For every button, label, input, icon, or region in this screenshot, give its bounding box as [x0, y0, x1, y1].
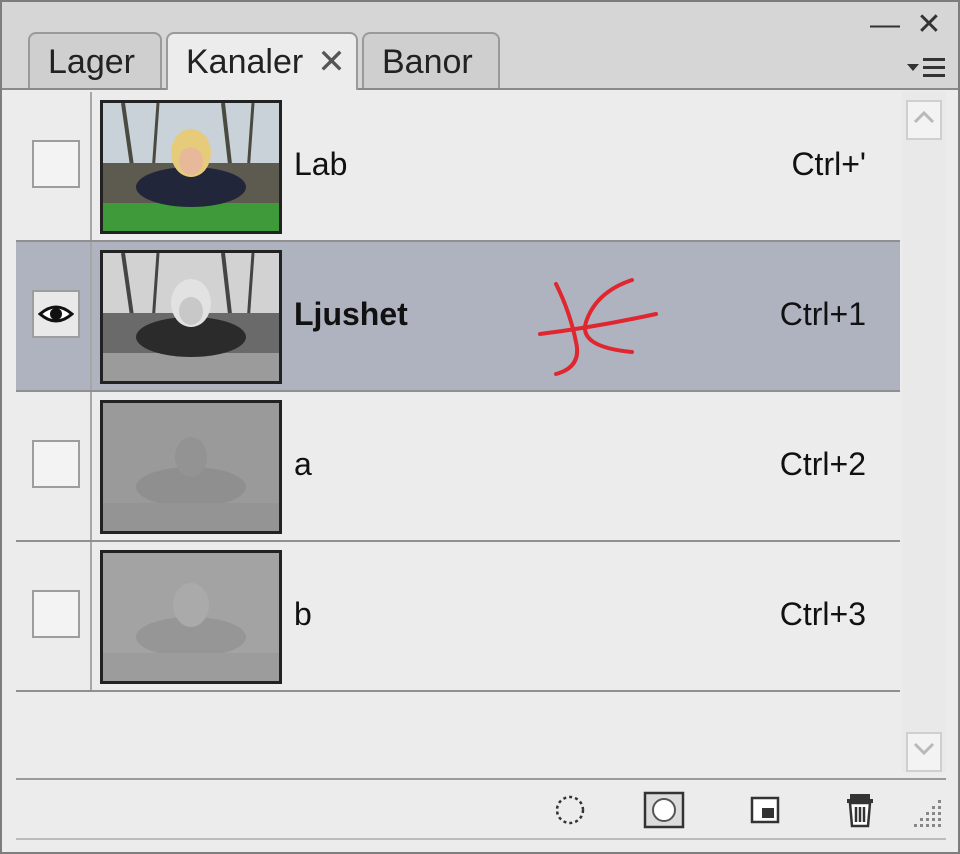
eye-icon	[38, 305, 74, 323]
tab-label: Banor	[382, 43, 473, 81]
chevron-up-icon	[913, 110, 935, 124]
tab-banor[interactable]: Banor	[362, 32, 500, 88]
visibility-toggle[interactable]	[32, 440, 80, 488]
visibility-cell	[16, 242, 92, 390]
new-channel-button[interactable]	[742, 788, 786, 832]
scroll-down-button[interactable]	[906, 732, 942, 772]
channel-shortcut: Ctrl+3	[779, 596, 866, 632]
menu-icon	[907, 58, 945, 77]
channel-name: Ljushet	[294, 296, 408, 332]
channel-row-ljushet[interactable]: Ljushet Ctrl+1	[16, 242, 900, 392]
visibility-cell	[16, 92, 92, 240]
scroll-up-button[interactable]	[906, 100, 942, 140]
channel-shortcut: Ctrl+1	[779, 296, 866, 332]
channel-row-a[interactable]: a Ctrl+2	[16, 392, 900, 542]
channel-shortcut: Ctrl+'	[791, 146, 866, 182]
visibility-toggle[interactable]	[32, 590, 80, 638]
channel-thumbnail-lab	[100, 100, 282, 234]
channel-thumbnail-ljushet	[100, 250, 282, 384]
vertical-scrollbar[interactable]	[902, 92, 946, 772]
channels-panel: — ✕ Lager Kanaler ✕ Banor Lab Ctrl+' Lju…	[0, 0, 960, 854]
channel-shortcut: Ctrl+2	[779, 446, 866, 482]
channel-name: a	[294, 446, 312, 482]
panel-tab-bar: — ✕ Lager Kanaler ✕ Banor	[2, 2, 958, 90]
footer-divider	[16, 838, 946, 840]
panel-footer	[16, 778, 946, 840]
delete-channel-button[interactable]	[838, 788, 882, 832]
chevron-down-icon	[913, 742, 935, 756]
channel-thumbnail-b	[100, 550, 282, 684]
panel-menu-button[interactable]	[904, 54, 950, 84]
tab-close-icon[interactable]: ✕	[317, 43, 346, 81]
channel-row-b[interactable]: b Ctrl+3	[16, 542, 900, 692]
trash-icon	[847, 794, 873, 828]
channel-thumbnail-a	[100, 400, 282, 534]
channel-row-lab[interactable]: Lab Ctrl+'	[16, 92, 900, 242]
new-channel-icon	[750, 796, 780, 824]
tab-label: Kanaler	[186, 43, 304, 81]
tab-label: Lager	[48, 43, 135, 81]
channel-name: Lab	[294, 146, 348, 182]
save-selection-icon	[643, 791, 685, 829]
visibility-cell	[16, 542, 92, 690]
visibility-toggle[interactable]	[32, 290, 80, 338]
channel-list: Lab Ctrl+' Ljushet Ctrl+1 a Ctrl+2 b Ctr…	[16, 92, 900, 692]
close-panel-button[interactable]: ✕	[914, 10, 944, 40]
annotation-scribble	[538, 278, 658, 376]
visibility-cell	[16, 392, 92, 540]
minimize-button[interactable]: —	[870, 10, 900, 40]
resize-grip-icon[interactable]	[910, 796, 946, 832]
channel-name: b	[294, 596, 312, 632]
load-selection-icon	[555, 795, 585, 825]
tab-lager[interactable]: Lager	[28, 32, 162, 88]
save-selection-as-channel-button[interactable]	[642, 788, 686, 832]
load-channel-as-selection-button[interactable]	[548, 788, 592, 832]
visibility-toggle[interactable]	[32, 140, 80, 188]
tab-kanaler[interactable]: Kanaler ✕	[166, 32, 358, 90]
